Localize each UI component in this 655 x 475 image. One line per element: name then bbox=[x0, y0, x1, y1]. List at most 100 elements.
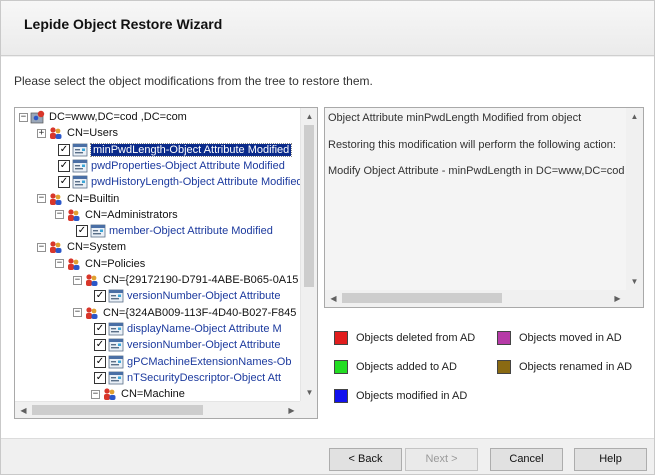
container-icon bbox=[50, 127, 62, 140]
detail-scroll-left-icon[interactable]: ◀ bbox=[325, 290, 342, 307]
attribute-icon bbox=[108, 371, 124, 385]
tree-row-label: displayName-Object Attribute M bbox=[127, 322, 282, 335]
tree-row[interactable]: − DC=www,DC=cod ,DC=com bbox=[19, 109, 187, 125]
legend-deleted-swatch bbox=[334, 331, 348, 345]
container-icon bbox=[50, 241, 62, 254]
back-button[interactable]: < Back bbox=[329, 448, 402, 471]
tree-row[interactable]: ✓ pwdProperties-Object Attribute Modified bbox=[55, 158, 285, 174]
detail-line-2: Restoring this modification will perform… bbox=[328, 139, 616, 151]
detail-line-3: Modify Object Attribute - minPwdLength i… bbox=[328, 165, 625, 177]
tree-row-label: CN=Policies bbox=[85, 257, 146, 270]
tree-row-label: CN=Users bbox=[67, 127, 119, 140]
tree-row-label: CN=Builtin bbox=[67, 192, 120, 205]
tree-checkbox[interactable]: ✓ bbox=[58, 159, 70, 172]
container-icon bbox=[50, 192, 62, 205]
attribute-icon bbox=[72, 175, 88, 189]
collapse-icon[interactable]: − bbox=[73, 275, 82, 285]
detail-scroll-down-icon[interactable]: ▼ bbox=[626, 273, 643, 290]
collapse-icon[interactable]: − bbox=[37, 242, 46, 252]
container-icon bbox=[86, 306, 98, 319]
tree-row-label: DC=www,DC=cod ,DC=com bbox=[49, 111, 187, 123]
tree-vertical-scrollbar[interactable]: ▲ ▼ bbox=[300, 108, 317, 401]
tree-checkbox[interactable]: ✓ bbox=[94, 355, 106, 368]
help-button[interactable]: Help bbox=[574, 448, 647, 471]
expand-icon[interactable]: + bbox=[37, 128, 46, 138]
legend-modified-swatch bbox=[334, 389, 348, 403]
detail-scrollbar-corner bbox=[626, 290, 643, 307]
tree-row-label: CN=Machine bbox=[121, 388, 185, 401]
detail-scroll-right-icon[interactable]: ▶ bbox=[609, 290, 626, 307]
legend-added: Objects added to AD bbox=[334, 360, 457, 374]
tree-row[interactable]: ✓ displayName-Object Attribute M bbox=[91, 321, 282, 337]
modification-tree[interactable]: − DC=www,DC=cod ,DC=com + CN=Users ✓ minPwdLe… bbox=[14, 107, 318, 419]
next-button[interactable]: Next > bbox=[405, 448, 478, 471]
tree-row[interactable]: − CN=Policies bbox=[55, 256, 145, 272]
collapse-icon[interactable]: − bbox=[91, 389, 100, 399]
attribute-icon bbox=[108, 322, 124, 336]
domain-icon bbox=[30, 110, 45, 124]
tree-row[interactable]: ✓ minPwdLength-Object Attribute Modified bbox=[55, 142, 293, 158]
tree-checkbox[interactable]: ✓ bbox=[94, 371, 106, 384]
tree-row[interactable]: − CN=System bbox=[37, 239, 126, 255]
wizard-window: Lepide Object Restore Wizard Please sele… bbox=[0, 0, 655, 475]
tree-checkbox[interactable]: ✓ bbox=[94, 290, 106, 303]
scroll-down-icon[interactable]: ▼ bbox=[301, 384, 317, 401]
wizard-header: Lepide Object Restore Wizard bbox=[1, 1, 654, 56]
cancel-button[interactable]: Cancel bbox=[490, 448, 563, 471]
tree-horizontal-scrollbar[interactable]: ◀ ▶ bbox=[15, 401, 300, 418]
legend-renamed: Objects renamed in AD bbox=[497, 360, 632, 374]
attribute-icon bbox=[72, 143, 88, 156]
tree-row-label: pwdProperties-Object Attribute Modified bbox=[91, 159, 285, 172]
collapse-icon[interactable]: − bbox=[73, 308, 82, 318]
tree-row[interactable]: + CN=Users bbox=[37, 125, 118, 141]
attribute-icon bbox=[90, 224, 106, 238]
detail-vertical-scrollbar[interactable]: ▲ ▼ bbox=[626, 108, 643, 290]
tree-row[interactable]: − CN={324AB009-113F-4D40-B027-F845 bbox=[73, 305, 296, 321]
tree-row-label: nTSecurityDescriptor-Object Att bbox=[127, 371, 282, 384]
tree-checkbox[interactable]: ✓ bbox=[58, 176, 70, 189]
tree-row[interactable]: ✓ versionNumber-Object Attribute bbox=[91, 288, 280, 304]
detail-line-1: Object Attribute minPwdLength Modified f… bbox=[328, 112, 582, 124]
collapse-icon[interactable]: − bbox=[19, 112, 28, 122]
tree-row-label: versionNumber-Object Attribute bbox=[127, 290, 281, 303]
tree-row[interactable]: ✓ pwdHistoryLength-Object Attribute Modif… bbox=[55, 174, 300, 190]
tree-checkbox[interactable]: ✓ bbox=[58, 143, 70, 156]
tree-row-label: minPwdLength-Object Attribute Modified bbox=[89, 142, 293, 157]
detail-horizontal-scrollbar[interactable]: ◀ ▶ bbox=[325, 290, 626, 307]
tree-row[interactable]: − CN=Administrators bbox=[55, 207, 178, 223]
legend-renamed-swatch bbox=[497, 360, 511, 374]
container-icon bbox=[86, 274, 98, 286]
tree-row[interactable]: − CN={29172190-D791-4ABE-B065-0A15 bbox=[73, 272, 298, 288]
tree-row[interactable]: ✓ versionNumber-Object Attribute bbox=[91, 337, 280, 353]
detail-horizontal-thumb[interactable] bbox=[342, 293, 502, 303]
tree-row-label: pwdHistoryLength-Object Attribute Modifi… bbox=[91, 176, 300, 189]
tree-row-label: CN={29172190-D791-4ABE-B065-0A15 bbox=[103, 274, 299, 286]
wizard-footer: < Back Next > Cancel Help bbox=[1, 438, 654, 474]
tree-checkbox[interactable]: ✓ bbox=[94, 322, 106, 335]
wizard-title: Lepide Object Restore Wizard bbox=[24, 16, 223, 32]
container-icon bbox=[68, 209, 80, 221]
scroll-left-icon[interactable]: ◀ bbox=[15, 402, 32, 418]
scroll-right-icon[interactable]: ▶ bbox=[283, 402, 300, 418]
collapse-icon[interactable]: − bbox=[55, 210, 64, 220]
collapse-icon[interactable]: − bbox=[37, 194, 46, 203]
tree-viewport: − DC=www,DC=cod ,DC=com + CN=Users ✓ minPwdLe… bbox=[15, 108, 300, 401]
legend-renamed-label: Objects renamed in AD bbox=[519, 361, 633, 373]
tree-row[interactable]: ✓ nTSecurityDescriptor-Object Att bbox=[91, 370, 281, 386]
tree-row[interactable]: − CN=Builtin bbox=[37, 191, 119, 207]
legend-moved-swatch bbox=[497, 331, 511, 345]
tree-row[interactable]: ✓ member-Object Attribute Modified bbox=[73, 223, 273, 239]
tree-row-label: CN={324AB009-113F-4D40-B027-F845 bbox=[103, 306, 297, 319]
tree-row-label: versionNumber-Object Attribute bbox=[127, 339, 281, 352]
tree-checkbox[interactable]: ✓ bbox=[94, 339, 106, 352]
tree-horizontal-thumb[interactable] bbox=[32, 405, 203, 415]
detail-scroll-up-icon[interactable]: ▲ bbox=[626, 108, 643, 125]
legend-moved-label: Objects moved in AD bbox=[519, 332, 622, 344]
tree-row[interactable]: ✓ gPCMachineExtensionNames-Ob bbox=[91, 354, 291, 370]
tree-checkbox[interactable]: ✓ bbox=[76, 225, 88, 238]
tree-row-label: CN=System bbox=[67, 241, 126, 254]
tree-vertical-thumb[interactable] bbox=[304, 125, 314, 287]
scroll-up-icon[interactable]: ▲ bbox=[301, 108, 317, 125]
tree-row[interactable]: − CN=Machine bbox=[91, 386, 185, 401]
collapse-icon[interactable]: − bbox=[55, 259, 64, 269]
